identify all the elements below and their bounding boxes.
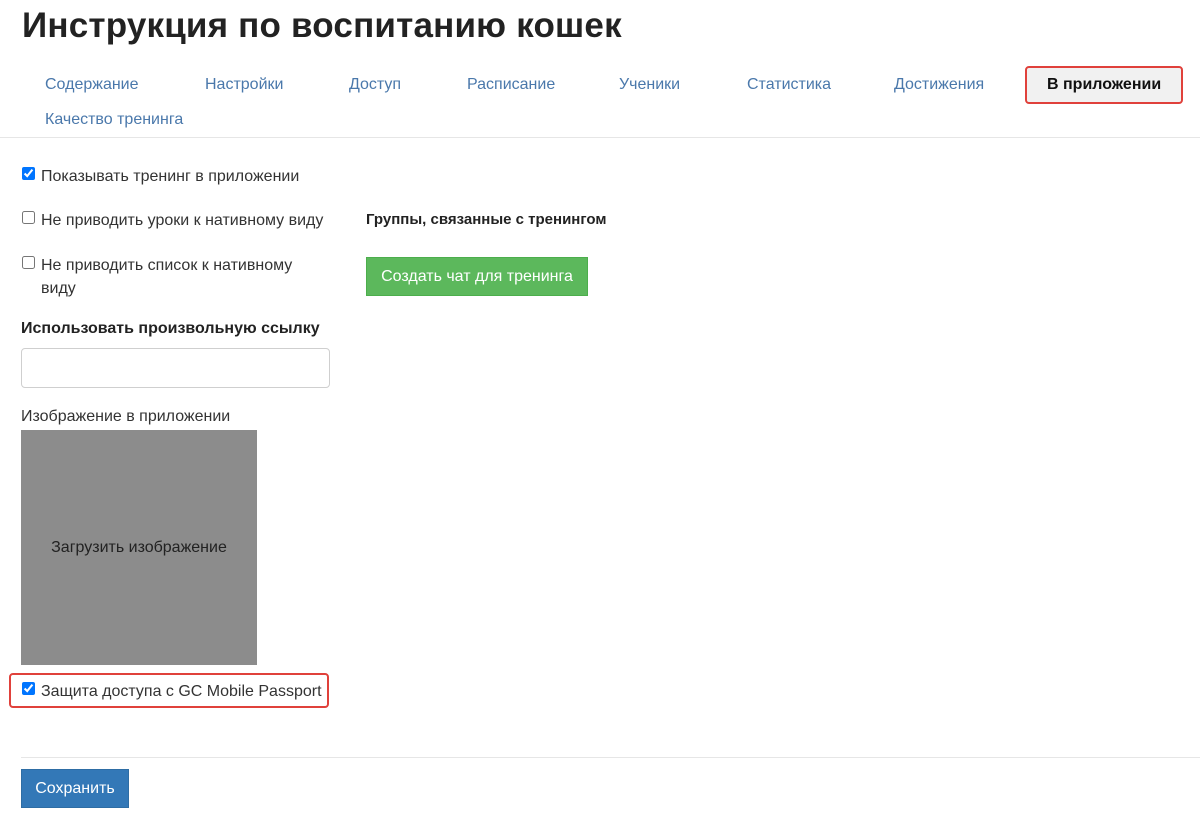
no-native-list-option[interactable]: Не приводить список к нативному виду [22, 254, 322, 300]
show-in-app-checkbox[interactable] [22, 167, 35, 180]
tab-access[interactable]: Доступ [349, 76, 401, 94]
no-native-lessons-checkbox[interactable] [22, 211, 35, 224]
no-native-lessons-label: Не приводить уроки к нативному виду [41, 212, 324, 229]
tab-achievements[interactable]: Достижения [894, 76, 984, 94]
app-image-caption: Изображение в приложении [21, 408, 231, 425]
show-in-app-option[interactable]: Показывать тренинг в приложении [22, 165, 299, 188]
save-button[interactable]: Сохранить [21, 769, 129, 808]
passport-checkbox[interactable] [22, 682, 35, 695]
show-in-app-label: Показывать тренинг в приложении [41, 168, 300, 185]
tabs-divider [0, 137, 1200, 138]
groups-heading: Группы, связанные с тренингом [366, 211, 607, 228]
upload-image-area[interactable]: Загрузить изображение [21, 430, 257, 665]
footer-divider [21, 757, 1200, 758]
custom-link-label: Использовать произвольную ссылку [21, 320, 320, 337]
no-native-lessons-option[interactable]: Не приводить уроки к нативному виду [22, 209, 323, 232]
custom-link-input[interactable] [21, 348, 330, 388]
no-native-list-label: Не приводить список к нативному виду [41, 257, 293, 297]
no-native-list-checkbox[interactable] [22, 256, 35, 269]
page-title: Инструкция по воспитанию кошек [22, 6, 622, 45]
upload-image-label: Загрузить изображение [51, 538, 227, 556]
create-chat-button[interactable]: Создать чат для тренинга [366, 257, 588, 296]
tab-content[interactable]: Содержание [45, 76, 139, 94]
tab-bar: Содержание Настройки Доступ Расписание У… [0, 66, 1200, 138]
tab-students[interactable]: Ученики [619, 76, 680, 94]
tab-training-quality[interactable]: Качество тренинга [45, 111, 183, 129]
tab-statistics[interactable]: Статистика [747, 76, 831, 94]
passport-label: Защита доступа с GC Mobile Passport [41, 683, 322, 700]
tab-in-app[interactable]: В приложении [1025, 66, 1184, 104]
tab-settings[interactable]: Настройки [205, 76, 283, 94]
tab-schedule[interactable]: Расписание [467, 76, 555, 94]
passport-option[interactable]: Защита доступа с GC Mobile Passport [22, 680, 322, 703]
